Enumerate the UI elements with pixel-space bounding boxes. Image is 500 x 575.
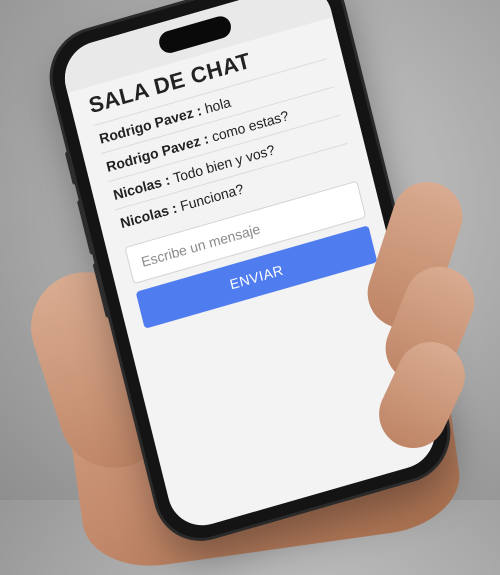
mute-switch	[64, 150, 78, 186]
message-text: hola	[203, 93, 233, 117]
photo-scene: SALA DE CHAT Rodrigo Pavez : hola Rodrig…	[0, 0, 500, 575]
volume-up-button	[76, 199, 96, 256]
message-author: Nicolas	[118, 201, 171, 232]
